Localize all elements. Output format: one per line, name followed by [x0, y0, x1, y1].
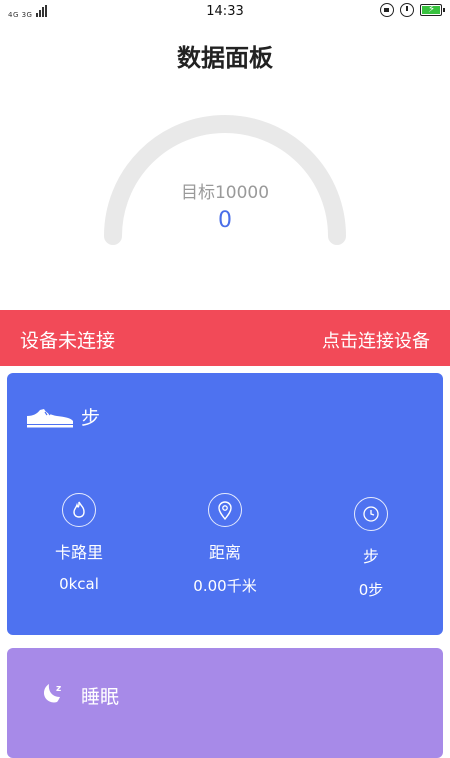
- sleep-card-title: 睡眠: [81, 686, 120, 708]
- metric-steps-label: 步: [362, 547, 379, 566]
- connection-banner[interactable]: 设备未连接 点击连接设备: [0, 310, 450, 366]
- metric-steps-value: 0步: [358, 581, 384, 599]
- clock-icon: [354, 497, 388, 531]
- svg-text:z: z: [56, 684, 61, 694]
- metric-distance-value: 0.00千米: [193, 577, 257, 595]
- sleep-card[interactable]: z 睡眠: [7, 648, 443, 758]
- metric-calories-value: 0kcal: [59, 575, 99, 593]
- gauge-goal-label: 目标10000: [180, 183, 270, 203]
- moon-icon: z: [44, 684, 61, 703]
- metric-calories: 卡路里 0kcal: [19, 493, 139, 593]
- status-bar: 4G 3G 14:33 ⚡: [0, 0, 450, 24]
- gauge-step-value: 0: [218, 208, 232, 233]
- rotation-lock-icon: [380, 3, 394, 17]
- page-title: 数据面板: [177, 44, 273, 72]
- shoe-icon: [27, 409, 73, 428]
- step-goal-gauge: 目标10000 0: [100, 108, 350, 258]
- alarm-clock-icon: [400, 3, 414, 17]
- metric-steps: 步 0步: [311, 493, 431, 600]
- steps-card[interactable]: 步 卡路里 0kcal 距离 0.00千米 步 0步: [7, 373, 443, 635]
- location-pin-icon: [208, 493, 242, 527]
- steps-card-title: 步: [81, 407, 101, 429]
- status-icons: ⚡: [380, 3, 445, 17]
- connect-device-button[interactable]: 点击连接设备: [322, 327, 430, 353]
- metric-distance: 距离 0.00千米: [165, 493, 285, 596]
- metric-calories-label: 卡路里: [54, 543, 103, 562]
- flame-icon: [62, 493, 96, 527]
- metric-distance-label: 距离: [208, 543, 241, 562]
- connection-status: 设备未连接: [20, 330, 116, 352]
- battery-charging-icon: ⚡: [420, 4, 445, 16]
